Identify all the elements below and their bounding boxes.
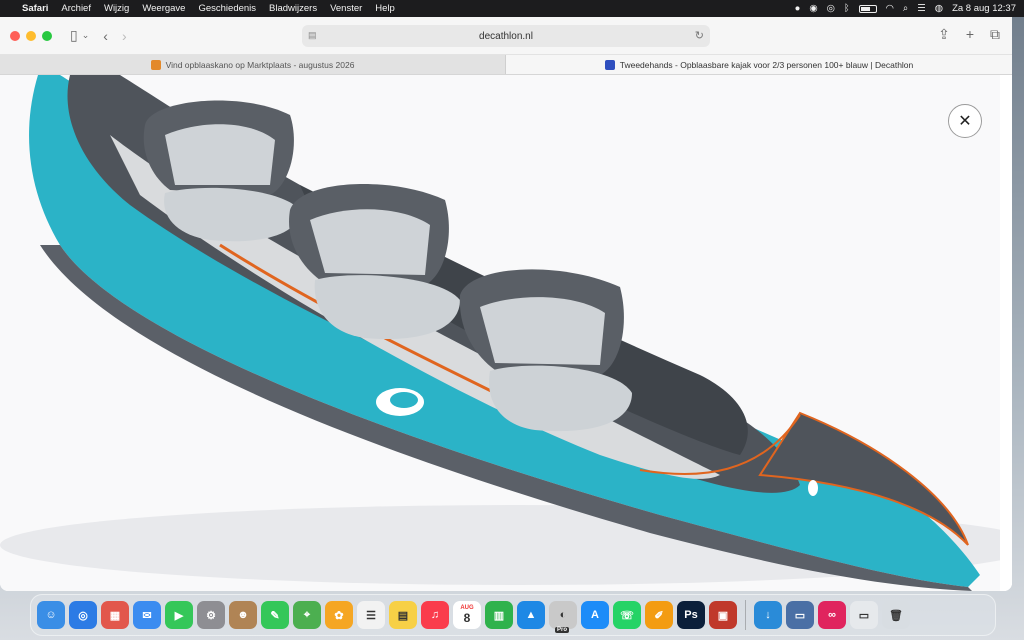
tab-title: Tweedehands - Opblaasbare kajak voor 2/3…: [619, 59, 914, 70]
creative-cloud-menu-icon[interactable]: ◉: [809, 3, 817, 14]
pro-badge: Pro: [555, 627, 570, 633]
finder-icon[interactable]: ☺: [37, 601, 65, 629]
dock: ☺ ◎ ▦ ✉ ▶ ⚙ ☻ ✎ ⌖ ✿ ☰ ▤ ♫ AUG 8 ▥ ▲ ◐ Pro A ☏ ✐ Ps ▣ ↓ ▭ ∞ ▭ 🗑: [30, 594, 996, 636]
forward-icon[interactable]: ›: [122, 28, 127, 44]
photoshop-icon[interactable]: Ps: [677, 601, 705, 629]
minimize-window-button[interactable]: [26, 30, 36, 41]
scrollbar[interactable]: [1000, 75, 1012, 591]
numbers-icon[interactable]: ▥: [485, 601, 513, 629]
menu-venster[interactable]: Venster: [330, 3, 362, 14]
maps-icon[interactable]: ⌖: [293, 601, 321, 629]
tab-marktplaats[interactable]: Vind opblaaskano op Marktplaats - august…: [0, 55, 506, 74]
reload-icon[interactable]: ↻: [695, 29, 704, 42]
menubar-clock[interactable]: Za 8 aug 12:37: [952, 3, 1016, 14]
menu-wijzig[interactable]: Wijzig: [104, 3, 129, 14]
preview-icon[interactable]: ▭: [786, 601, 814, 629]
spotlight-icon[interactable]: ⌕: [903, 3, 908, 14]
decathlon-icon: [604, 59, 615, 70]
messages-icon[interactable]: ✎: [261, 601, 289, 629]
launchpad-icon[interactable]: ▦: [101, 601, 129, 629]
marktplaats-icon: [150, 59, 161, 70]
inflatable-kayak-image: [0, 75, 1012, 591]
settings-icon[interactable]: ⚙: [197, 601, 225, 629]
status-area: ● ◉ ◎ ᛒ ◠ ⌕ ☰ ◍ Za 8 aug 12:37: [795, 3, 1016, 14]
reminders-icon[interactable]: ☰: [357, 601, 385, 629]
window-thumbnail-icon[interactable]: ▭: [850, 601, 878, 629]
siri-icon[interactable]: ◍: [935, 3, 943, 14]
address-text: decathlon.nl: [479, 30, 533, 42]
notes-icon[interactable]: ▤: [389, 601, 417, 629]
calendar-icon[interactable]: AUG 8: [453, 601, 481, 629]
tab-bar: Vind opblaaskano op Marktplaats - august…: [0, 55, 1012, 75]
close-window-button[interactable]: [10, 30, 20, 41]
menu-bladwijzers[interactable]: Bladwijzers: [269, 3, 317, 14]
new-tab-icon[interactable]: +: [966, 26, 974, 43]
battery-icon[interactable]: [858, 4, 877, 13]
address-bar[interactable]: ▤ decathlon.nl ↻: [302, 25, 710, 47]
toolbar-right: ⇪ + ⧉: [938, 26, 1000, 43]
contacts-icon[interactable]: ☻: [229, 601, 257, 629]
wifi-icon[interactable]: ◠: [886, 3, 894, 14]
mail-icon[interactable]: ✉: [133, 601, 161, 629]
keynote-icon[interactable]: ▲: [517, 601, 545, 629]
safari-icon[interactable]: ◎: [69, 601, 97, 629]
fullscreen-window-button[interactable]: [42, 30, 52, 41]
menu-weergave[interactable]: Weergave: [142, 3, 185, 14]
close-viewer-button[interactable]: ✕: [948, 104, 982, 138]
product-image-viewer: ✕: [0, 75, 1012, 591]
airplay-icon[interactable]: ◎: [827, 3, 835, 14]
record-icon[interactable]: ●: [795, 3, 801, 14]
creative-cloud-icon[interactable]: ∞: [818, 601, 846, 629]
menu-archief[interactable]: Archief: [61, 3, 91, 14]
dictionary-icon[interactable]: ▣: [709, 601, 737, 629]
safari-toolbar: ▯ ⌄ ‹ › ▤ decathlon.nl ↻ ⇪ + ⧉: [0, 17, 1012, 55]
bluetooth-icon[interactable]: ᛒ: [844, 3, 850, 14]
trash-icon[interactable]: 🗑: [882, 601, 910, 629]
dock-separator: [745, 600, 746, 630]
back-icon[interactable]: ‹: [103, 28, 108, 44]
music-icon[interactable]: ♫: [421, 601, 449, 629]
menu-app-name[interactable]: Safari: [22, 3, 48, 14]
menu-geschiedenis[interactable]: Geschiedenis: [198, 3, 256, 14]
close-icon: ✕: [958, 113, 972, 130]
photos-icon[interactable]: ✿: [325, 601, 353, 629]
app-store-icon[interactable]: A: [581, 601, 609, 629]
tab-title: Vind opblaaskano op Marktplaats - august…: [165, 59, 355, 70]
tab-decathlon[interactable]: Tweedehands - Opblaasbare kajak voor 2/3…: [506, 55, 1012, 74]
safari-window: ▯ ⌄ ‹ › ▤ decathlon.nl ↻ ⇪ + ⧉ Vind opbl…: [0, 17, 1012, 591]
tab-overview-icon[interactable]: ⧉: [990, 26, 1000, 43]
share-icon[interactable]: ⇪: [938, 26, 950, 43]
page-settings-icon[interactable]: ▤: [308, 30, 318, 42]
pro-app-icon[interactable]: ◐ Pro: [549, 601, 577, 633]
whatsapp-icon[interactable]: ☏: [613, 601, 641, 629]
facetime-icon[interactable]: ▶: [165, 601, 193, 629]
downloads-icon[interactable]: ↓: [754, 601, 782, 629]
control-center-icon[interactable]: ☰: [917, 3, 926, 14]
window-controls: [10, 30, 52, 41]
sidebar-icon[interactable]: ▯: [70, 27, 78, 44]
calendar-day: 8: [463, 611, 471, 625]
chevron-down-icon[interactable]: ⌄: [82, 30, 90, 41]
pages-icon[interactable]: ✐: [645, 601, 673, 629]
menubar: Safari Archief Wijzig Weergave Geschiede…: [0, 0, 1024, 17]
menu-help[interactable]: Help: [375, 3, 395, 14]
